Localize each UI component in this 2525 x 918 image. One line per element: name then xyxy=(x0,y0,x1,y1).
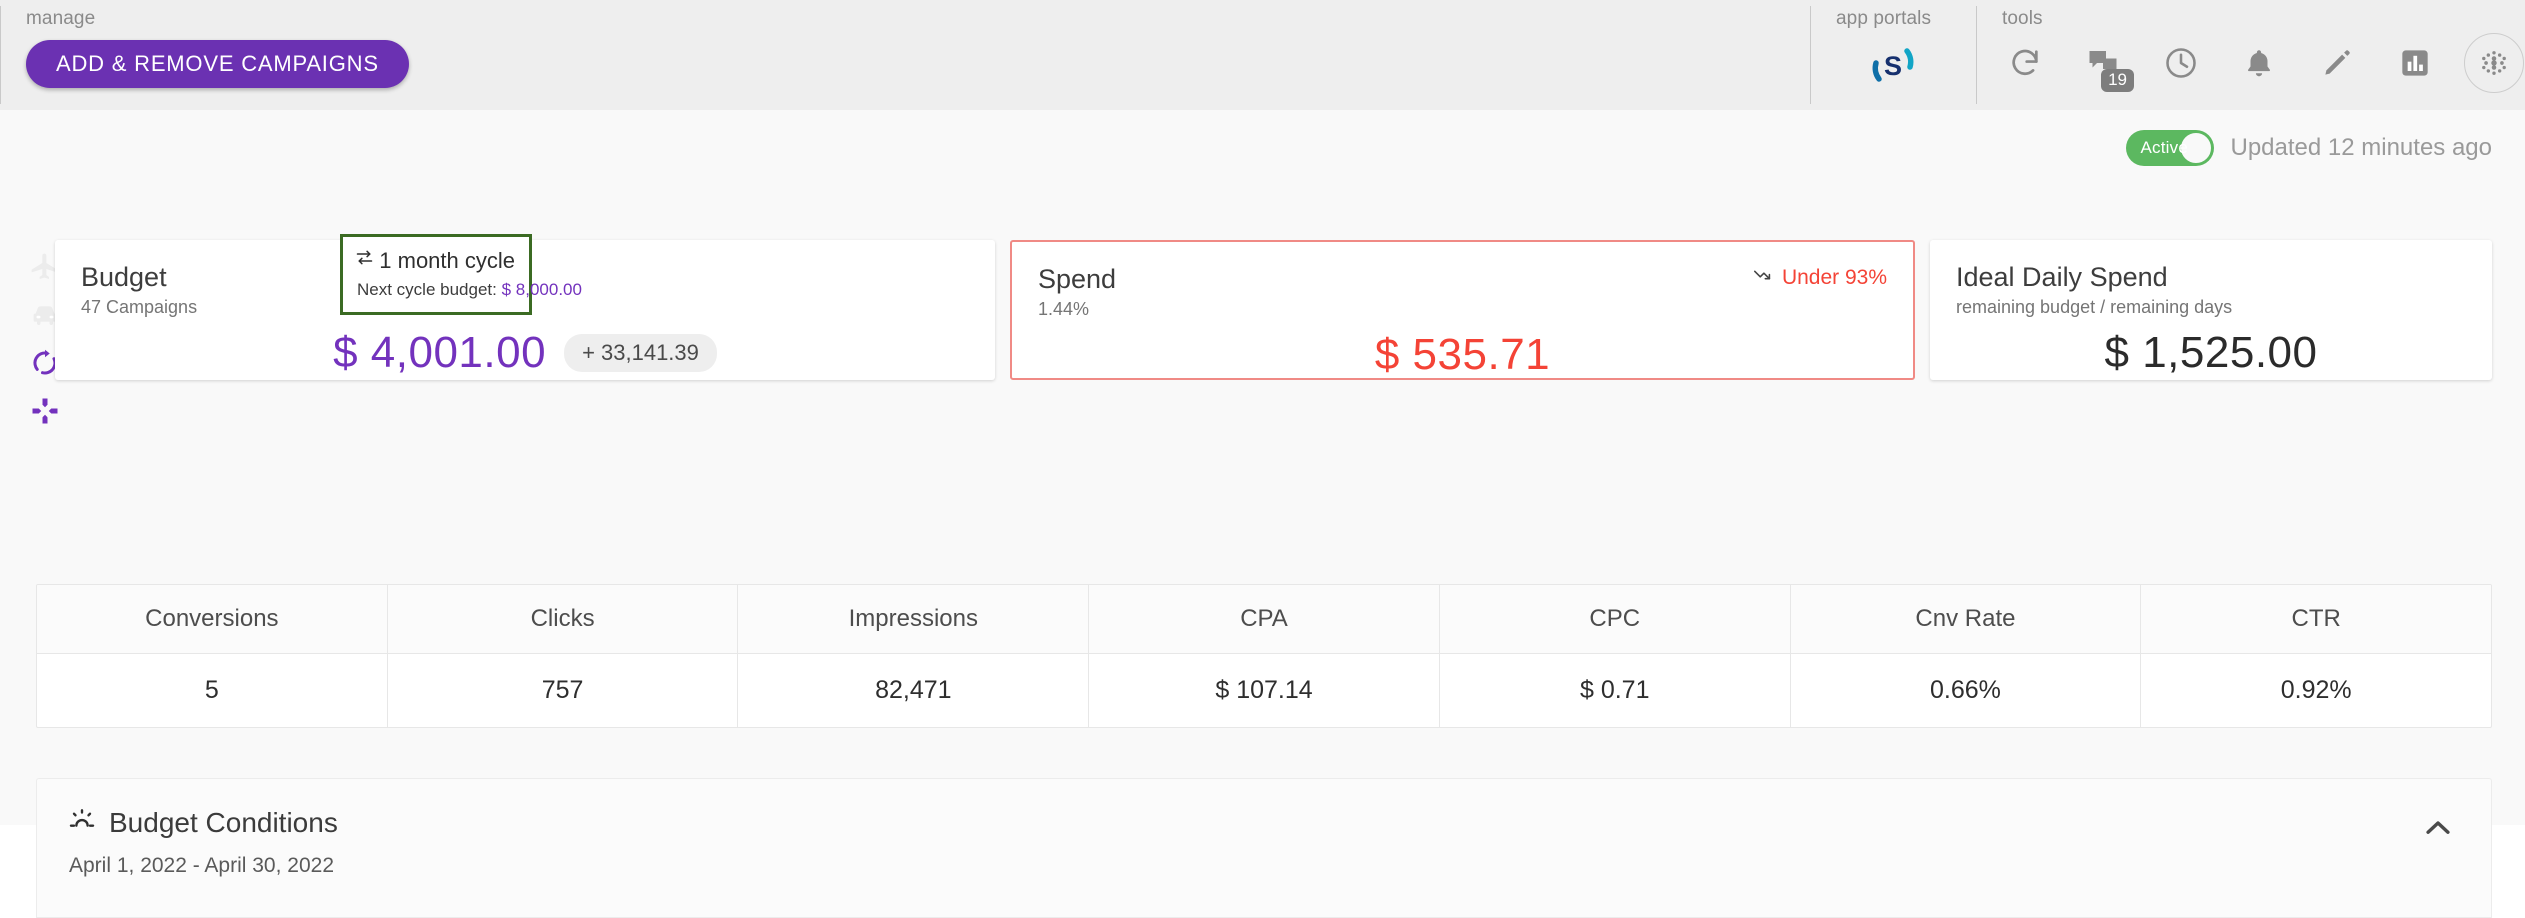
notifications-bell-icon[interactable] xyxy=(2220,32,2298,94)
app-grid-icon[interactable] xyxy=(2464,33,2524,93)
history-clock-icon[interactable] xyxy=(2142,32,2220,94)
manage-section-label: manage xyxy=(26,8,96,29)
ideal-daily-spend-amount: $ 1,525.00 xyxy=(2104,328,2318,377)
manage-section: manage ADD & REMOVE CAMPAIGNS xyxy=(0,0,1810,110)
budget-card-title: Budget xyxy=(81,262,167,292)
cycle-info-box[interactable]: 1 month cycle Next cycle budget: $ 8,000… xyxy=(340,234,582,315)
spend-card-subtitle: 1.44% xyxy=(1038,299,1090,319)
next-cycle-budget-label: Next cycle budget: xyxy=(357,280,497,299)
tools-section-label: tools xyxy=(2002,8,2043,29)
app-portals-section: app portals S xyxy=(1810,0,1976,110)
table-row: 5 757 82,471 $ 107.14 $ 0.71 0.66% 0.92% xyxy=(37,654,2491,727)
reports-bar-chart-icon[interactable] xyxy=(2376,32,2454,94)
svg-text:S: S xyxy=(1884,51,1902,81)
next-cycle-budget-line: Next cycle budget: $ 8,000.00 xyxy=(357,280,582,300)
spend-card-header: Spend 1.44% Under 93% xyxy=(1038,264,1887,320)
ideal-card-subtitle: remaining budget / remaining days xyxy=(1956,297,2233,317)
app-portals-section-label: app portals xyxy=(1836,8,1932,29)
edit-pencil-icon[interactable] xyxy=(2298,32,2376,94)
budget-conditions-date-range: April 1, 2022 - April 30, 2022 xyxy=(69,854,335,877)
expand-arrows-icon[interactable] xyxy=(28,394,62,428)
refresh-icon[interactable] xyxy=(1986,32,2064,94)
sizmek-s-logo[interactable]: S xyxy=(1810,34,1976,96)
metric-value-cnv-rate: 0.66% xyxy=(1791,654,2142,727)
tools-section: tools 19 xyxy=(1976,0,2525,110)
last-updated-text: Updated 12 minutes ago xyxy=(2230,134,2492,161)
status-badge: Active xyxy=(2140,138,2188,157)
metrics-header-row: Conversions Clicks Impressions CPA CPC C… xyxy=(37,585,2491,654)
section-divider xyxy=(1810,6,1811,104)
ideal-card-header: Ideal Daily Spend remaining budget / rem… xyxy=(1956,262,2466,318)
metric-value-cpa: $ 107.14 xyxy=(1089,654,1440,727)
tool-icon-group: 19 xyxy=(1976,32,2525,94)
messages-icon[interactable]: 19 xyxy=(2064,32,2142,94)
messages-badge: 19 xyxy=(2101,69,2134,92)
cycle-label: 1 month cycle xyxy=(379,247,515,273)
metric-value-ctr: 0.92% xyxy=(2280,676,2352,704)
spend-trend-label: Under 93% xyxy=(1781,266,1887,289)
budget-conditions-title-wrap: Budget Conditions xyxy=(67,805,338,840)
budget-conditions-title: Budget Conditions xyxy=(109,806,338,838)
metric-value-cpc: $ 0.71 xyxy=(1440,654,1791,727)
budget-conditions-panel: Budget Conditions April 1, 2022 - April … xyxy=(36,778,2492,918)
metric-header-impressions: Impressions xyxy=(738,585,1090,654)
ideal-card-title: Ideal Daily Spend xyxy=(1956,262,2168,292)
budget-card-subtitle: 47 Campaigns xyxy=(81,297,198,317)
metric-header-ctr: CTR xyxy=(2141,585,2491,654)
kpi-card-row: Budget 47 Campaigns $ 4,001.00 + 33,141.… xyxy=(55,234,2492,380)
metric-value-impressions: 82,471 xyxy=(738,654,1090,727)
chevron-up-icon[interactable] xyxy=(2415,805,2461,851)
status-row: Active Updated 12 minutes ago xyxy=(2126,130,2492,166)
metric-header-clicks: Clicks xyxy=(387,585,739,654)
cycle-swap-icon xyxy=(354,247,375,274)
budget-conditions-header[interactable]: Budget Conditions April 1, 2022 - April … xyxy=(67,805,2461,878)
budget-amount: $ 4,001.00 xyxy=(333,328,547,377)
budget-delta-chip: + 33,141.39 xyxy=(564,334,717,372)
metric-header-cnv-rate: Cnv Rate xyxy=(1790,585,2142,654)
budget-card: Budget 47 Campaigns $ 4,001.00 + 33,141.… xyxy=(55,234,995,380)
active-status-toggle[interactable]: Active xyxy=(2126,130,2215,166)
main-content: Active Updated 12 minutes ago Budget 47 … xyxy=(0,110,2525,918)
ideal-amount-row: $ 1,525.00 xyxy=(1956,328,2466,378)
spend-card: Spend 1.44% Under 93% $ 535.71 xyxy=(1010,240,1915,380)
next-cycle-budget-value: $ 8,000.00 xyxy=(501,280,582,299)
top-toolbar: manage ADD & REMOVE CAMPAIGNS app portal… xyxy=(0,0,2525,110)
metric-value-conversions: 5 xyxy=(37,654,388,727)
trend-down-icon xyxy=(1752,264,1774,292)
metric-header-cpc: CPC xyxy=(1439,585,1791,654)
ideal-daily-spend-card: Ideal Daily Spend remaining budget / rem… xyxy=(1930,240,2492,380)
cycle-line: 1 month cycle xyxy=(354,247,515,274)
metrics-table: Conversions Clicks Impressions CPA CPC C… xyxy=(36,584,2492,728)
section-divider xyxy=(1976,6,1977,104)
budget-amount-row: $ 4,001.00 + 33,141.39 xyxy=(81,328,969,378)
add-remove-campaigns-button[interactable]: ADD & REMOVE CAMPAIGNS xyxy=(26,40,409,88)
metric-value-clicks: 757 xyxy=(388,654,739,727)
section-divider xyxy=(0,6,1,104)
spend-amount: $ 535.71 xyxy=(1374,330,1551,379)
metric-header-conversions: Conversions xyxy=(37,585,388,654)
spend-amount-row: $ 535.71 xyxy=(1038,330,1887,380)
spend-trend: Under 93% xyxy=(1752,264,1887,292)
sun-brightness-icon xyxy=(67,805,97,840)
spend-card-title: Spend xyxy=(1038,264,1117,294)
metric-header-cpa: CPA xyxy=(1089,585,1440,654)
